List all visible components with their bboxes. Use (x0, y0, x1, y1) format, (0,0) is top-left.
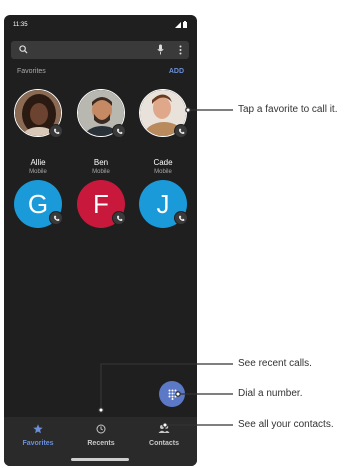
callout-line-recents (100, 363, 233, 410)
callout-dot-recents (98, 407, 104, 413)
callout-dot-favorite (185, 107, 191, 113)
callout-recents-text: See recent calls. (238, 358, 312, 369)
callout-dot-dial (175, 391, 181, 397)
callout-dial-text: Dial a number. (238, 388, 303, 399)
callout-favorite-text: Tap a favorite to call it. (238, 104, 338, 115)
callout-dot-contacts (162, 422, 168, 428)
callout-contacts-text: See all your contacts. (238, 419, 334, 430)
callout-lines (98, 107, 233, 428)
